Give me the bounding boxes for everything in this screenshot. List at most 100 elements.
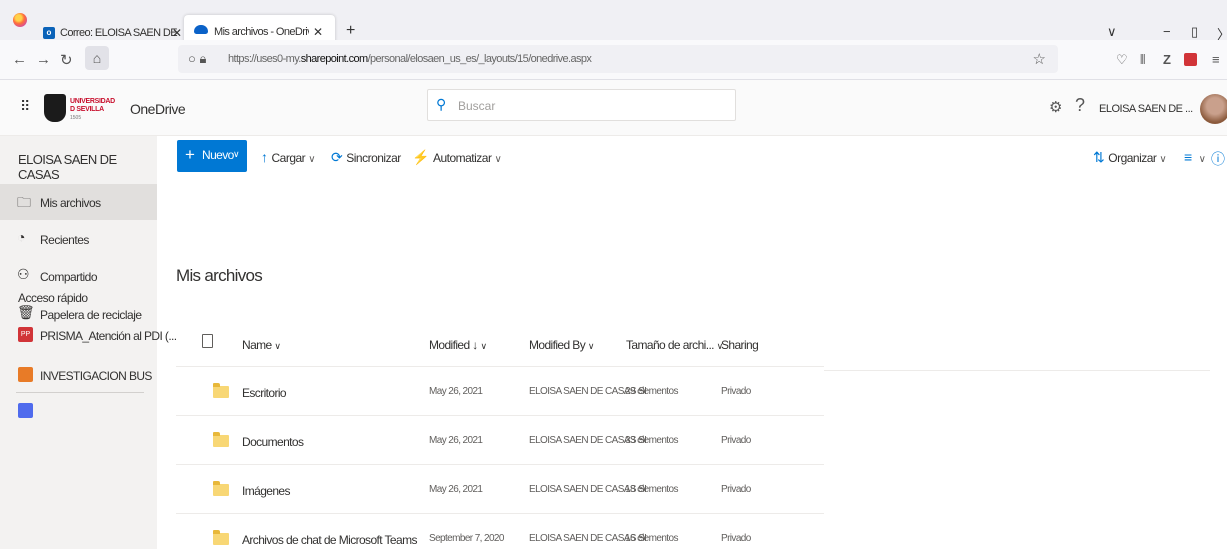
logo-text: UNIVERSIDAD [70, 98, 115, 105]
menu-icon[interactable]: ≡ [1212, 52, 1220, 67]
bookmark-star-icon[interactable]: ☆ [1033, 50, 1046, 68]
quick-access-title: Acceso rápido [18, 291, 88, 305]
site-icon [18, 367, 33, 382]
table-row[interactable]: Imágenes May 26, 2021 ELOISA SAEN DE CAS… [176, 464, 824, 513]
home-icon[interactable]: ⌂ [85, 46, 109, 70]
chevron-down-icon: ∨ [308, 154, 316, 165]
close-icon[interactable]: ✕ [172, 26, 182, 40]
quick-access-item[interactable]: PP PRISMA_Atención al PDI (... [0, 320, 177, 350]
sidebar-item-recientes[interactable]: ◔ Recientes [0, 221, 157, 257]
sidebar: ELOISA SAEN DE CASAS 🗀︎ Mis archivos ◔ R… [0, 136, 177, 549]
plus-icon: + [185, 145, 195, 164]
university-logo[interactable]: UNIVERSIDAD D SEVILLA 1505 [44, 92, 124, 124]
column-header-name[interactable]: Name ∨ [242, 338, 281, 352]
browser-toolbar: ← → ↻ ⌂ ○ 🔒︎ https://uses0-my.sharepoint… [0, 40, 1227, 80]
file-type-icon[interactable] [202, 334, 213, 348]
folder-icon [213, 432, 229, 447]
item-count: 18 elementos [625, 484, 678, 495]
chevron-down-icon: ∨ [494, 154, 502, 165]
table-row[interactable]: Documentos May 26, 2021 ELOISA SAEN DE C… [176, 415, 824, 464]
upload-button[interactable]: ↑ Cargar ∨ [261, 149, 316, 165]
tab-title: Mis archivos - OneDrive [214, 26, 309, 38]
pocket-icon[interactable]: ♡ [1116, 52, 1128, 68]
sidebar-item-mis-archivos[interactable]: 🗀︎ Mis archivos [0, 184, 157, 220]
search-input[interactable]: ⚲ Buscar [427, 89, 736, 121]
app-header: ⠿ UNIVERSIDAD D SEVILLA 1505 OneDrive ⚲ … [0, 80, 1227, 136]
folder-icon: 🗀︎ [17, 194, 31, 210]
chevron-down-icon: ∨ [587, 341, 595, 351]
quick-access-label: INVESTIGACION BUS [40, 369, 152, 383]
crest-icon [44, 94, 66, 122]
list-view-icon: ≡ [1184, 149, 1192, 165]
clock-icon: ◔ [17, 229, 26, 245]
browser-tab-bar: o Correo: ELOISA SAEN DE CASAS ✕ Mis arc… [0, 0, 1227, 45]
sidebar-user-name: ELOISA SAEN DE CASAS [18, 152, 117, 182]
folder-icon [213, 383, 229, 398]
url-bar[interactable]: ○ 🔒︎ https://uses0-my.sharepoint.com/per… [178, 45, 1058, 73]
file-name[interactable]: Documentos [242, 435, 304, 449]
sidebar-item-label: Recientes [40, 233, 89, 247]
app-launcher-icon[interactable]: ⠿ [20, 98, 30, 115]
file-name[interactable]: Imágenes [242, 484, 291, 498]
item-count: 33 elementos [625, 435, 678, 446]
sort-down-icon: ↓ [472, 338, 478, 352]
user-name[interactable]: ELOISA SAEN DE ... [1099, 103, 1193, 115]
file-name[interactable]: Archivos de chat de Microsoft Teams [242, 533, 417, 547]
forward-icon[interactable]: → [36, 51, 51, 68]
modified-date: May 26, 2021 [429, 386, 483, 397]
help-icon[interactable]: ? [1075, 95, 1085, 116]
view-options-button[interactable]: ≡ ∨ [1184, 149, 1206, 165]
chevron-down-icon[interactable]: ∨ [1107, 24, 1117, 40]
column-label: Modified By [529, 338, 586, 352]
sidebar-item-compartido[interactable]: ⚇ Compartido [0, 258, 157, 294]
sharing-status[interactable]: Privado [721, 484, 751, 495]
sharing-status[interactable]: Privado [721, 533, 751, 544]
upload-label: Cargar [271, 151, 306, 165]
sync-button[interactable]: ⟳ Sincronizar [331, 149, 401, 166]
upload-icon: ↑ [261, 149, 268, 165]
back-icon[interactable]: ← [12, 51, 27, 68]
organize-button[interactable]: ⇅ Organizar ∨ [1093, 149, 1167, 166]
chevron-down-icon: ∨ [1198, 154, 1206, 165]
sidebar-item-label: Mis archivos [40, 196, 101, 210]
column-header-size[interactable]: Tamaño de archi... ∨ [626, 338, 723, 352]
column-header-modified[interactable]: Modified ↓ ∨ [429, 338, 487, 352]
site-icon: PP [18, 327, 33, 342]
column-header-sharing[interactable]: Sharing [721, 338, 759, 352]
new-button[interactable]: + Nuevo ∨ [177, 140, 247, 172]
restore-icon[interactable]: ▯ [1191, 24, 1198, 40]
table-row[interactable]: Archivos de chat de Microsoft Teams Sept… [176, 513, 824, 549]
new-tab-icon[interactable]: + [346, 22, 355, 40]
library-icon[interactable]: ⫴ [1140, 52, 1145, 68]
url-text[interactable]: https://uses0-my.sharepoint.com/personal… [228, 53, 592, 65]
quick-access-label: PRISMA_Atención al PDI (... [40, 329, 177, 343]
outlook-icon: o [43, 27, 55, 39]
divider [824, 370, 1210, 371]
quick-access-item[interactable] [0, 396, 157, 426]
modified-date: September 7, 2020 [429, 533, 504, 544]
organize-label: Organizar [1108, 151, 1157, 165]
site-icon [18, 403, 33, 418]
app-name[interactable]: OneDrive [130, 101, 186, 117]
sharing-status[interactable]: Privado [721, 435, 751, 446]
firefox-icon[interactable] [13, 13, 27, 27]
file-name[interactable]: Escritorio [242, 386, 287, 400]
quick-access-item[interactable]: INVESTIGACION BUS [0, 360, 157, 390]
avatar[interactable] [1200, 94, 1227, 124]
extension-z-icon[interactable]: Z [1163, 52, 1171, 67]
close-icon[interactable]: ✕ [313, 25, 323, 39]
table-row[interactable]: Escritorio May 26, 2021 ELOISA SAEN DE C… [176, 366, 824, 415]
info-button[interactable]: ⓘ [1211, 149, 1227, 169]
page-title: Mis archivos [176, 266, 263, 285]
search-placeholder: Buscar [458, 99, 496, 113]
folder-icon [213, 481, 229, 496]
reload-icon[interactable]: ↻ [60, 51, 73, 69]
column-header-modified-by[interactable]: Modified By ∨ [529, 338, 594, 352]
gear-icon[interactable]: ⚙ [1049, 98, 1062, 116]
logo-text: D SEVILLA [70, 106, 104, 113]
lock-icon: ○ 🔒︎ [188, 51, 207, 66]
automate-button[interactable]: ⚡ Automatizar ∨ [412, 149, 502, 166]
extension-red-icon[interactable] [1184, 53, 1197, 66]
minimize-icon[interactable]: − [1163, 24, 1171, 39]
sharing-status[interactable]: Privado [721, 386, 751, 397]
